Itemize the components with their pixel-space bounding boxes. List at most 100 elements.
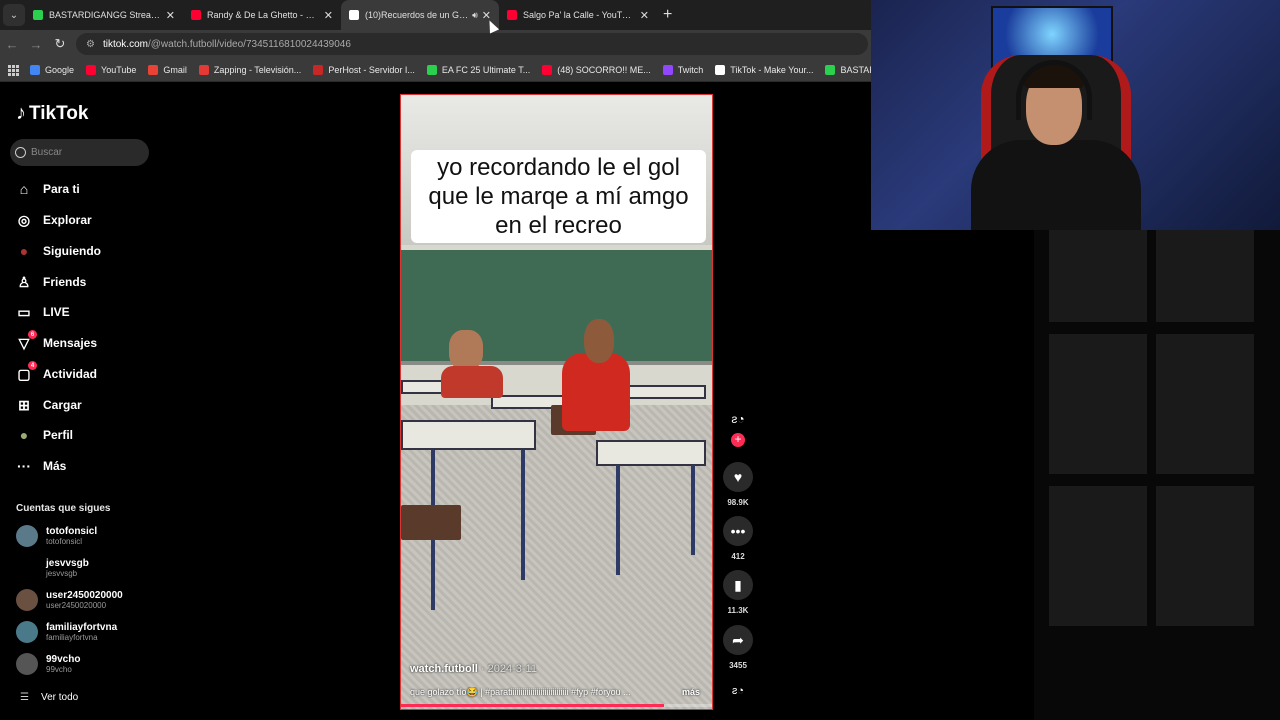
bookmark-zapping[interactable]: Zapping - Televisión... bbox=[198, 64, 301, 75]
thumbnail[interactable] bbox=[1156, 486, 1254, 626]
avatar bbox=[16, 557, 38, 579]
avatar bbox=[16, 621, 38, 643]
share-count: 3455 bbox=[729, 661, 747, 670]
bookmark-twitch[interactable]: Twitch bbox=[662, 64, 703, 75]
sidebar: ♪ TikTok Buscar ⌂ Para ti ◎ Explorar ● S… bbox=[0, 82, 160, 720]
youtube-icon bbox=[86, 64, 97, 75]
video-person-right bbox=[556, 315, 636, 435]
close-icon[interactable]: ✕ bbox=[640, 9, 649, 22]
tab-favicon bbox=[191, 10, 201, 20]
search-input[interactable]: Buscar bbox=[10, 139, 149, 166]
url-field[interactable]: ⚙ tiktok.com /@watch.futboll/video/73451… bbox=[76, 33, 868, 55]
following-section-title: Cuentas que sigues bbox=[16, 503, 111, 514]
video-description: que golazo tío😂 | #paratiiiiiiiiiiiiiiii… bbox=[410, 687, 700, 697]
sidebar-item-live[interactable]: ▭ LIVE bbox=[16, 304, 69, 320]
comment-count: 412 bbox=[731, 552, 745, 561]
video-author[interactable]: watch.futboll · 2024-3-11 bbox=[410, 663, 537, 675]
tab-favicon bbox=[507, 10, 517, 20]
site-info-icon[interactable]: ⚙ bbox=[86, 39, 95, 50]
see-all-link[interactable]: ☰ Ver todo bbox=[20, 692, 78, 703]
tab-3[interactable]: Salgo Pa' la Calle - YouTube ✕ bbox=[499, 0, 657, 30]
bookmarks-bar: Google YouTube Gmail Zapping - Televisió… bbox=[0, 58, 931, 82]
tab-bar: ⌄ BASTARDIGANGG Stream - Wat ✕ Randy & D… bbox=[0, 0, 872, 30]
following-item[interactable]: user2450020000 user2450020000 bbox=[16, 589, 123, 611]
sidebar-item-mas[interactable]: ··· Más bbox=[16, 458, 66, 474]
following-item[interactable]: totofonsicl totofonsicl bbox=[16, 525, 97, 547]
thumbnail[interactable] bbox=[1049, 230, 1147, 322]
avatar bbox=[16, 589, 38, 611]
tab-title: Randy & De La Ghetto - Sensac bbox=[207, 10, 320, 20]
tab-search-button[interactable]: ⌄ bbox=[3, 4, 25, 26]
bookmark-socorro[interactable]: (48) SOCORRO!! ME... bbox=[542, 64, 651, 75]
save-button[interactable]: ▮ 11.3K bbox=[722, 570, 754, 615]
following-item[interactable]: familiayfortvna familiayfortvna bbox=[16, 621, 117, 643]
video-scene-leg bbox=[691, 465, 695, 555]
sidebar-item-actividad[interactable]: ▢ 4 Actividad bbox=[16, 361, 97, 382]
back-icon[interactable]: ← bbox=[0, 37, 24, 52]
sidebar-item-siguiendo[interactable]: ● Siguiendo bbox=[16, 243, 101, 259]
sound-disc-icon[interactable]: ƨ◔ bbox=[724, 680, 752, 702]
sidebar-item-cargar[interactable]: ⊞ Cargar bbox=[16, 397, 82, 413]
bookmark-gmail[interactable]: Gmail bbox=[148, 64, 187, 75]
address-bar: ← → ↻ ⚙ tiktok.com /@watch.futboll/video… bbox=[0, 30, 872, 58]
compass-icon: ◎ bbox=[17, 211, 31, 228]
following-item[interactable]: 99vcho 99vcho bbox=[16, 653, 80, 675]
video-scene-leg bbox=[616, 465, 620, 575]
share-button[interactable]: ➦ 3455 bbox=[722, 625, 754, 670]
close-icon[interactable]: ✕ bbox=[166, 9, 175, 22]
bookmark-eafc[interactable]: EA FC 25 Ultimate T... bbox=[426, 64, 530, 75]
forward-icon[interactable]: → bbox=[24, 37, 48, 52]
sidebar-item-friends[interactable]: ♙ Friends bbox=[16, 273, 87, 290]
thumbnail[interactable] bbox=[1156, 230, 1254, 322]
sidebar-item-perfil[interactable]: ● Perfil bbox=[16, 427, 73, 443]
video-thumbnails bbox=[1034, 230, 1280, 720]
thumbnail[interactable] bbox=[1049, 486, 1147, 626]
activity-badge: 4 bbox=[28, 361, 37, 370]
apps-icon[interactable] bbox=[8, 64, 19, 76]
messages-icon: ▽ 6 bbox=[16, 330, 37, 351]
friends-icon: ♙ bbox=[17, 273, 31, 290]
new-tab-button[interactable]: + bbox=[663, 6, 672, 24]
like-button[interactable]: ♥ 98.9K bbox=[722, 462, 754, 507]
heart-icon: ♥ bbox=[723, 462, 753, 492]
url-path: /@watch.futboll/video/734511681002443904… bbox=[147, 38, 351, 50]
sidebar-item-mensajes[interactable]: ▽ 6 Mensajes bbox=[16, 330, 97, 351]
more-link[interactable]: más bbox=[682, 687, 700, 697]
eafc-icon bbox=[426, 64, 437, 75]
speaker-icon[interactable]: 🔊︎ bbox=[472, 10, 478, 21]
sidebar-item-para-ti[interactable]: ⌂ Para ti bbox=[16, 181, 80, 197]
follow-plus-button[interactable]: + bbox=[731, 433, 745, 447]
bookmark-google[interactable]: Google bbox=[30, 64, 74, 75]
video-scene-desk bbox=[401, 420, 536, 450]
tab-2[interactable]: (10)Recuerdos de un Golazo 🔊︎ ✕ bbox=[341, 0, 499, 30]
avatar bbox=[16, 653, 38, 675]
bookmark-tiktok[interactable]: TikTok - Make Your... bbox=[715, 64, 813, 75]
video-player[interactable]: yo recordando le el gol que le marqe a m… bbox=[400, 94, 713, 710]
video-caption-text: yo recordando le el gol que le marqe a m… bbox=[411, 150, 706, 243]
webcam-shirt bbox=[971, 140, 1141, 230]
home-icon: ⌂ bbox=[19, 181, 29, 197]
reload-icon[interactable]: ↻ bbox=[48, 36, 72, 52]
tab-title: BASTARDIGANGG Stream - Wat bbox=[49, 10, 162, 20]
author-avatar[interactable]: ƨ◔ bbox=[724, 405, 752, 433]
url-host: tiktok.com bbox=[102, 38, 148, 50]
list-icon: ☰ bbox=[20, 692, 29, 703]
video-progress-fill bbox=[401, 704, 664, 707]
close-icon[interactable]: ✕ bbox=[324, 9, 333, 22]
following-item[interactable]: jesvvsgb jesvvsgb bbox=[16, 557, 89, 579]
thumbnail[interactable] bbox=[1049, 334, 1147, 474]
search-icon bbox=[15, 147, 26, 158]
sidebar-item-explorar[interactable]: ◎ Explorar bbox=[16, 212, 92, 228]
video-person-left bbox=[441, 330, 503, 400]
video-progress-bar[interactable] bbox=[401, 704, 712, 707]
comment-button[interactable]: ••• 412 bbox=[722, 516, 754, 561]
thumbnail[interactable] bbox=[1156, 334, 1254, 474]
bookmark-perhost[interactable]: PerHost - Servidor I... bbox=[313, 64, 415, 75]
tab-1[interactable]: Randy & De La Ghetto - Sensac ✕ bbox=[183, 0, 341, 30]
tab-0[interactable]: BASTARDIGANGG Stream - Wat ✕ bbox=[25, 0, 183, 30]
tiktok-icon bbox=[715, 64, 726, 75]
video-scene-chair bbox=[401, 505, 461, 540]
google-icon bbox=[30, 64, 40, 75]
bookmark-youtube[interactable]: YouTube bbox=[86, 64, 136, 75]
tiktok-logo[interactable]: ♪ TikTok bbox=[16, 102, 88, 125]
